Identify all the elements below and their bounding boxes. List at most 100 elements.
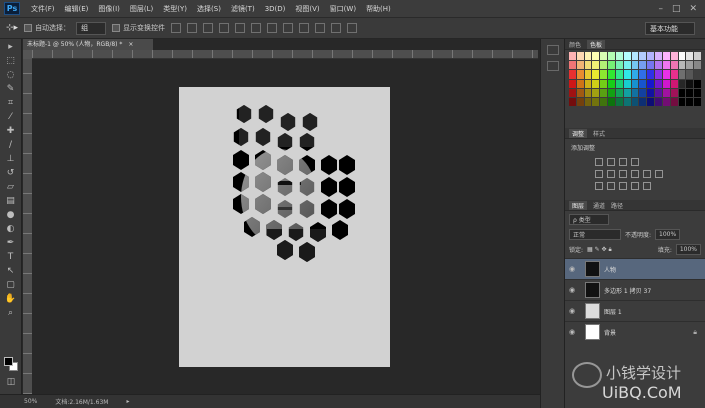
curves-icon[interactable] (619, 158, 627, 166)
color-swatch[interactable] (670, 97, 678, 106)
color-swatch[interactable] (686, 61, 694, 70)
color-swatch[interactable] (576, 61, 584, 70)
layer-row[interactable]: ◉ 多边形 1 拷贝 37 (565, 279, 705, 300)
menu-select[interactable]: 选择(S) (192, 4, 226, 14)
color-swatch[interactable] (600, 70, 608, 79)
color-swatch[interactable] (576, 97, 584, 106)
show-transform-checkbox[interactable]: 显示变换控件 (112, 23, 165, 33)
menu-3d[interactable]: 3D(D) (260, 5, 291, 13)
document-canvas[interactable] (179, 87, 390, 367)
layer-row[interactable]: ◉ 图层 1 (565, 300, 705, 321)
color-swatch[interactable] (662, 52, 670, 61)
color-swatch[interactable] (584, 79, 592, 88)
gradient-tool-icon[interactable]: ▤ (4, 196, 18, 207)
tab-swatches[interactable]: 色板 (587, 39, 606, 49)
color-swatch[interactable] (662, 97, 670, 106)
menu-window[interactable]: 窗口(W) (325, 4, 361, 14)
swatch-grid[interactable] (569, 52, 701, 106)
color-swatch[interactable] (576, 52, 584, 61)
visibility-eye-icon[interactable]: ◉ (565, 265, 579, 273)
color-swatch[interactable] (569, 70, 576, 79)
gradient-map-icon[interactable] (631, 182, 639, 190)
menu-edit[interactable]: 编辑(E) (60, 4, 94, 14)
color-swatch[interactable] (600, 79, 608, 88)
color-swatch[interactable] (584, 97, 592, 106)
color-swatch[interactable] (639, 88, 647, 97)
color-swatch[interactable] (623, 61, 631, 70)
quick-select-tool-icon[interactable]: ✎ (4, 84, 18, 95)
path-select-tool-icon[interactable]: ↖ (4, 266, 18, 277)
hand-tool-icon[interactable]: ✋ (4, 294, 18, 305)
color-swatch[interactable] (608, 52, 615, 61)
minimize-icon[interactable]: – (658, 4, 663, 14)
color-swatch[interactable] (569, 61, 576, 70)
distribute-right-icon[interactable] (347, 23, 358, 33)
dodge-tool-icon[interactable]: ◐ (4, 224, 18, 235)
color-swatch[interactable] (615, 79, 623, 88)
distribute-center-icon[interactable] (331, 23, 342, 33)
blend-mode-dropdown[interactable]: 正常 (569, 229, 621, 240)
color-swatch[interactable] (662, 70, 670, 79)
color-swatch[interactable] (623, 52, 631, 61)
color-swatch[interactable] (631, 70, 639, 79)
vibrance-icon[interactable] (595, 170, 603, 178)
black-white-icon[interactable] (631, 170, 639, 178)
blur-tool-icon[interactable]: ● (4, 210, 18, 221)
color-swatch[interactable] (694, 70, 701, 79)
channel-mixer-icon[interactable] (655, 170, 663, 178)
color-swatch[interactable] (655, 79, 662, 88)
color-swatch[interactable] (686, 88, 694, 97)
zoom-tool-icon[interactable]: ⌕ (4, 308, 18, 319)
align-center-icon[interactable] (235, 23, 246, 33)
align-middle-icon[interactable] (187, 23, 198, 33)
color-swatch[interactable] (670, 70, 678, 79)
color-swatch[interactable] (655, 52, 662, 61)
workspace-dropdown[interactable]: 基本功能 (645, 22, 695, 35)
color-swatch[interactable] (615, 70, 623, 79)
crop-tool-icon[interactable]: ⌗ (4, 98, 18, 109)
status-arrow-icon[interactable]: ▸ (126, 398, 129, 405)
selective-color-icon[interactable] (643, 182, 651, 190)
lock-icons[interactable]: ▦ ✎ ✥ 🔒︎ (587, 246, 612, 254)
zoom-level[interactable]: 50% (24, 398, 37, 405)
distribute-left-icon[interactable] (315, 23, 326, 33)
color-swatch[interactable] (600, 52, 608, 61)
color-swatch[interactable] (655, 97, 662, 106)
color-swatch[interactable] (569, 52, 576, 61)
color-swatch[interactable] (678, 88, 686, 97)
color-swatch[interactable] (592, 52, 600, 61)
color-swatch[interactable] (592, 79, 600, 88)
color-swatch[interactable] (670, 79, 678, 88)
color-swatch[interactable] (678, 52, 686, 61)
move-tool-icon[interactable]: ▸ (4, 42, 18, 53)
color-swatch[interactable] (623, 79, 631, 88)
eyedropper-tool-icon[interactable]: ⁄ (4, 112, 18, 123)
layer-kind-filter[interactable]: ρ 类型 (569, 214, 609, 225)
color-swatch[interactable] (592, 61, 600, 70)
color-swatch[interactable] (623, 70, 631, 79)
color-swatch[interactable] (608, 70, 615, 79)
color-swatch[interactable] (662, 88, 670, 97)
distribute-middle-icon[interactable] (283, 23, 294, 33)
color-swatch[interactable] (639, 79, 647, 88)
color-swatch[interactable] (584, 61, 592, 70)
menu-view[interactable]: 视图(V) (290, 4, 324, 14)
tab-paths[interactable]: 路径 (611, 201, 623, 210)
color-swatch[interactable] (655, 70, 662, 79)
color-swatch[interactable] (608, 97, 615, 106)
color-swatch[interactable] (631, 52, 639, 61)
color-swatch[interactable] (608, 79, 615, 88)
color-swatch[interactable] (686, 52, 694, 61)
type-tool-icon[interactable]: T (4, 252, 18, 263)
maximize-icon[interactable]: □ (672, 4, 681, 14)
close-icon[interactable]: ✕ (689, 4, 697, 14)
color-swatch[interactable] (569, 88, 576, 97)
color-swatch[interactable] (615, 61, 623, 70)
color-swatch[interactable] (576, 79, 584, 88)
align-bottom-icon[interactable] (203, 23, 214, 33)
color-swatch[interactable] (647, 97, 655, 106)
color-swatch[interactable] (569, 79, 576, 88)
brightness-icon[interactable] (595, 158, 603, 166)
invert-icon[interactable] (595, 182, 603, 190)
color-swatch[interactable] (662, 61, 670, 70)
